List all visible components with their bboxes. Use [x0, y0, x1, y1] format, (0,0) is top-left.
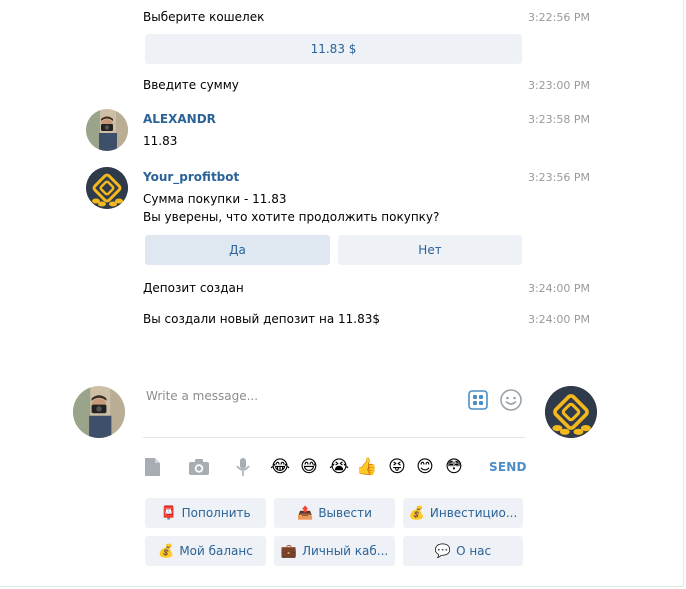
composer-divider: [143, 437, 525, 438]
microphone-icon[interactable]: [232, 457, 254, 477]
emoji-thumbs-up-icon[interactable]: 👍: [356, 456, 378, 478]
my-avatar[interactable]: [73, 386, 125, 438]
emoji-tongue-icon[interactable]: 😝: [386, 456, 408, 478]
emoji-sweat-smile-icon[interactable]: 😅: [298, 456, 320, 478]
keyboard-button-label: Инвестицио...: [429, 506, 518, 520]
emoji-flushed-icon[interactable]: 😳: [443, 456, 465, 478]
message-time: 3:24:00 PM: [527, 313, 590, 326]
keyboard-button-account[interactable]: 💼 Личный каб...: [274, 536, 395, 566]
keyboard-button-investments[interactable]: 💰 Инвестицио...: [403, 498, 523, 528]
mailbox-icon: 📮: [160, 505, 177, 521]
money-bag-icon: 💰: [408, 505, 425, 521]
briefcase-icon: 💼: [280, 543, 297, 559]
money-bag-icon: 💰: [158, 543, 175, 559]
keyboard-button-label: Вывести: [318, 506, 372, 520]
message-text: 11.83: [143, 134, 178, 148]
speech-bubble-icon: 💬: [434, 543, 452, 559]
keyboard-button-label: Пополнить: [181, 506, 251, 520]
keyboard-button-label: О нас: [456, 544, 492, 558]
send-button[interactable]: SEND: [489, 460, 527, 474]
user-avatar[interactable]: [86, 109, 128, 151]
outbox-icon: 📤: [297, 505, 314, 521]
message-text: Депозит создан: [143, 281, 244, 295]
message-text: Вы создали новый депозит на 11.83$: [143, 312, 380, 326]
keyboard-button-label: Мой баланс: [179, 544, 253, 558]
author-name[interactable]: ALEXANDR: [143, 112, 216, 126]
keyboard-button-balance[interactable]: 💰 Мой баланс: [145, 536, 266, 566]
emoji-smile-icon[interactable]: [499, 388, 523, 412]
message-time: 3:23:56 PM: [527, 171, 590, 184]
message-time: 3:22:56 PM: [527, 11, 590, 24]
bot-avatar[interactable]: [86, 167, 128, 209]
emoji-sob-icon[interactable]: 😭: [328, 456, 350, 478]
keyboard-button-deposit[interactable]: 📮 Пополнить: [145, 498, 266, 528]
message-time: 3:24:00 PM: [527, 282, 590, 295]
inline-button-yes[interactable]: Да: [145, 235, 330, 265]
message-text: Выберите кошелек: [143, 10, 265, 24]
keyboard-button-about[interactable]: 💬 О нас: [403, 536, 523, 566]
message-text-line: Вы уверены, что хотите продолжить покупк…: [143, 210, 440, 224]
keyboard-button-label: Личный каб...: [301, 544, 389, 558]
bot-avatar-large[interactable]: [545, 386, 597, 438]
author-name[interactable]: Your_profitbot: [143, 170, 239, 184]
bot-keyboard-icon[interactable]: [467, 389, 489, 411]
emoji-blush-icon[interactable]: 😊: [414, 456, 436, 478]
keyboard-button-withdraw[interactable]: 📤 Вывести: [274, 498, 395, 528]
attach-document-icon[interactable]: [141, 457, 163, 477]
message-input[interactable]: Write a message...: [146, 389, 258, 403]
message-text: Введите сумму: [143, 78, 239, 92]
emoji-joy-icon[interactable]: 😂: [269, 456, 291, 478]
message-time: 3:23:00 PM: [527, 79, 590, 92]
camera-icon[interactable]: [188, 457, 210, 477]
inline-button-no[interactable]: Нет: [338, 235, 522, 265]
message-time: 3:23:58 PM: [527, 113, 590, 126]
inline-button-wallet[interactable]: 11.83 $: [145, 34, 522, 64]
message-text-line: Сумма покупки - 11.83: [143, 192, 287, 206]
